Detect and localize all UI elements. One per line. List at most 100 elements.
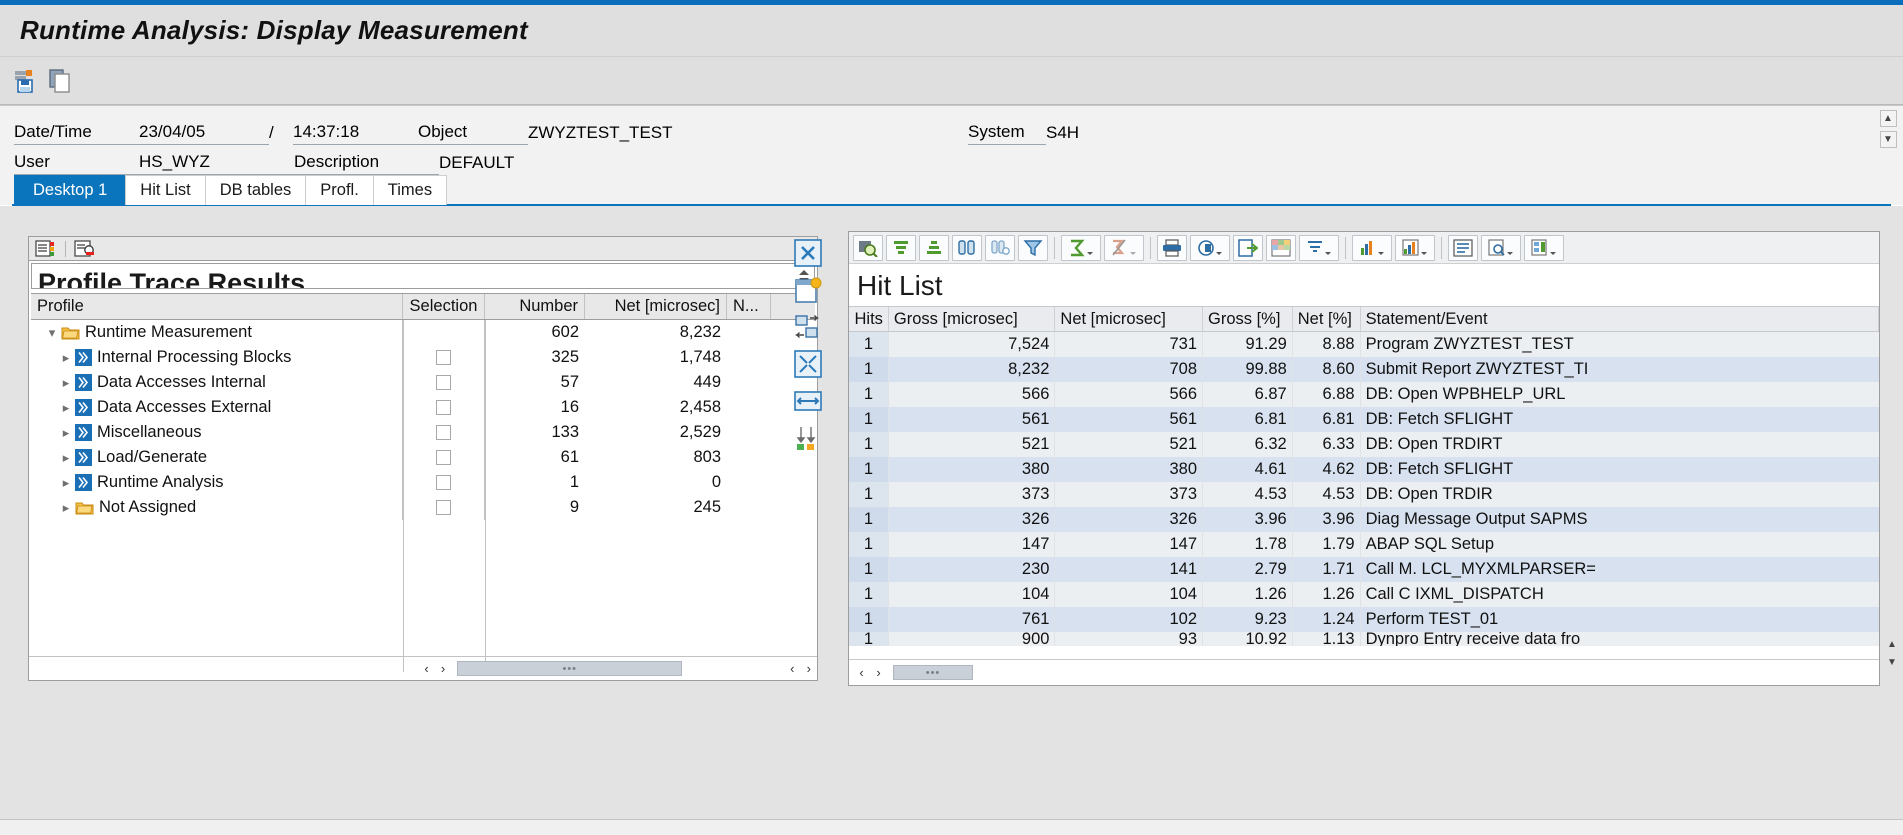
table-row[interactable]: ▸ Load/Generate 61 803 [31, 445, 815, 470]
table-row[interactable]: 1 900 93 10.92 1.13 Dynpro Entry receive… [849, 632, 1879, 646]
profile-cell[interactable]: ▸ Data Accesses Internal [31, 370, 403, 395]
filter-icon[interactable] [1018, 234, 1048, 261]
selection-cell[interactable] [403, 395, 485, 420]
table-row[interactable]: 1 561 561 6.81 6.81 DB: Fetch SFLIGHT [849, 407, 1879, 432]
print-icon[interactable] [1157, 234, 1187, 261]
table-row[interactable]: 1 147 147 1.78 1.79 ABAP SQL Setup [849, 532, 1879, 557]
chevron-right-icon[interactable]: ▸ [57, 475, 75, 491]
profile-cell[interactable]: ▸ Load/Generate [31, 445, 403, 470]
profile-cell[interactable]: ▸ Runtime Analysis [31, 470, 403, 495]
column-header-hits[interactable]: Hits [849, 307, 889, 331]
row-checkbox[interactable] [436, 500, 451, 515]
column-header-selection[interactable]: Selection [403, 294, 485, 319]
sort-ascending-icon[interactable] [886, 234, 916, 261]
copy-icon[interactable] [48, 68, 74, 94]
download-menu-icon[interactable] [1299, 234, 1339, 261]
table-row[interactable]: ▸ Data Accesses Internal 57 449 [31, 370, 815, 395]
chevron-down-icon[interactable]: ▾ [43, 325, 61, 341]
find-icon[interactable] [952, 234, 982, 261]
selection-cell[interactable] [403, 370, 485, 395]
row-checkbox[interactable] [436, 475, 451, 490]
profile-cell[interactable]: ▸ Not Assigned [31, 495, 403, 520]
column-header-gross-microsec[interactable]: Gross [microsec] [889, 307, 1056, 331]
table-row[interactable]: 1 326 326 3.96 3.96 Diag Message Output … [849, 507, 1879, 532]
profile-panel-hscrollbar[interactable]: ‹ › ••• ‹ › [29, 656, 817, 680]
scroll-left-button[interactable]: ‹ [853, 664, 870, 682]
total-sum-icon[interactable] [1061, 234, 1101, 261]
print-preview-icon[interactable] [1190, 234, 1230, 261]
table-row[interactable]: 1 566 566 6.87 6.88 DB: Open WPBHELP_URL [849, 382, 1879, 407]
selection-cell[interactable] [403, 495, 485, 520]
hscroll-thumb[interactable]: ••• [893, 665, 973, 680]
table-row[interactable]: 1 7,524 731 91.29 8.88 Program ZWYZTEST_… [849, 332, 1879, 357]
hscroll-thumb[interactable]: ••• [457, 661, 683, 676]
tab-hit-list[interactable]: Hit List [125, 175, 206, 205]
transfer-icon[interactable] [794, 313, 822, 341]
tab-db-tables[interactable]: DB tables [204, 175, 307, 205]
window-vertical-scroll[interactable]: ▲ ▼ [1879, 110, 1897, 170]
table-row[interactable]: ▸ Miscellaneous 133 2,529 [31, 420, 815, 445]
spreadsheet-icon[interactable] [1266, 234, 1296, 261]
column-header-net-microsec[interactable]: Net [microsec] [1055, 307, 1203, 331]
chevron-right-icon[interactable]: ▸ [57, 450, 75, 466]
column-header-profile[interactable]: Profile [31, 294, 403, 319]
column-header-net-pct[interactable]: Net [%] [1293, 307, 1361, 331]
column-header-number[interactable]: Number [485, 294, 585, 319]
hscroll-track[interactable]: ••• [893, 665, 1853, 680]
profile-cell[interactable]: ▸ Miscellaneous [31, 420, 403, 445]
table-row[interactable]: 1 8,232 708 99.88 8.60 Submit Report ZWY… [849, 357, 1879, 382]
column-header-gross-pct[interactable]: Gross [%] [1203, 307, 1293, 331]
new-window-icon[interactable] [794, 276, 822, 304]
desktop-tab-bar[interactable]: Desktop 1 Hit List DB tables Profl. Time… [14, 175, 448, 205]
profile-cell[interactable]: ▸ Internal Processing Blocks [31, 345, 403, 370]
row-checkbox[interactable] [436, 400, 451, 415]
row-checkbox[interactable] [436, 425, 451, 440]
table-row[interactable]: 1 380 380 4.61 4.62 DB: Fetch SFLIGHT [849, 457, 1879, 482]
table-row[interactable]: ▾ Runtime Measurement 602 8,232 [31, 320, 815, 345]
chevron-right-icon[interactable]: ▸ [57, 400, 75, 416]
chevron-right-icon[interactable]: ▸ [57, 425, 75, 441]
graphic-icon[interactable] [1352, 234, 1392, 261]
scroll-right-button[interactable]: › [435, 660, 451, 678]
list-settings-icon[interactable] [33, 239, 59, 259]
chevron-right-icon[interactable]: ▸ [57, 350, 75, 366]
profile-cell[interactable]: ▸ Data Accesses External [31, 395, 403, 420]
close-panel-icon[interactable] [794, 239, 822, 267]
gutter-scroll-down-button[interactable]: ▼ [1884, 654, 1900, 670]
selection-cell[interactable] [403, 345, 485, 370]
table-row[interactable]: 1 104 104 1.26 1.26 Call C IXML_DISPATCH [849, 582, 1879, 607]
column-header-statement-event[interactable]: Statement/Event [1361, 307, 1879, 331]
selection-cell[interactable] [403, 420, 485, 445]
abc-analysis-icon[interactable] [1395, 234, 1435, 261]
chevron-right-icon[interactable]: ▸ [57, 500, 75, 516]
profile-cell[interactable]: ▾ Runtime Measurement [31, 320, 403, 345]
resize-width-icon[interactable] [794, 387, 822, 415]
right-scroll-gutter[interactable]: ▲ ▼ [1881, 206, 1903, 819]
find-next-icon[interactable] [985, 234, 1015, 261]
table-row[interactable]: 1 373 373 4.53 4.53 DB: Open TRDIR [849, 482, 1879, 507]
gutter-scroll-up-button[interactable]: ▲ [1884, 636, 1900, 652]
subtotal-icon[interactable] [1104, 234, 1144, 261]
table-row[interactable]: 1 521 521 6.32 6.33 DB: Open TRDIRT [849, 432, 1879, 457]
column-header-n[interactable]: N... [727, 294, 771, 319]
scroll-down-button[interactable]: ▼ [1879, 131, 1897, 148]
column-header-net[interactable]: Net [microsec] [585, 294, 727, 319]
scroll-up-button[interactable]: ▲ [1879, 110, 1897, 127]
hit-list-hscrollbar[interactable]: ‹ › ••• [849, 659, 1879, 685]
table-row[interactable]: 1 230 141 2.79 1.71 Call M. LCL_MYXMLPAR… [849, 557, 1879, 582]
save-as-icon[interactable] [14, 68, 40, 94]
row-checkbox[interactable] [436, 450, 451, 465]
scroll-left-button[interactable]: ‹ [418, 660, 434, 678]
scroll-right-button[interactable]: › [870, 664, 887, 682]
fullscreen-icon[interactable] [794, 350, 822, 378]
tab-times[interactable]: Times [372, 175, 448, 205]
table-row[interactable]: ▸ Runtime Analysis 1 0 [31, 470, 815, 495]
table-row[interactable]: ▸ Internal Processing Blocks 325 1,748 [31, 345, 815, 370]
selection-cell[interactable] [403, 470, 485, 495]
selection-cell[interactable] [403, 445, 485, 470]
tab-desktop-1[interactable]: Desktop 1 [14, 175, 127, 205]
display-detail-icon[interactable] [1448, 234, 1478, 261]
chevron-right-icon[interactable]: ▸ [57, 375, 75, 391]
table-row[interactable]: ▸ Not Assigned 9 245 [31, 495, 815, 520]
search-layout-icon[interactable] [1481, 234, 1521, 261]
